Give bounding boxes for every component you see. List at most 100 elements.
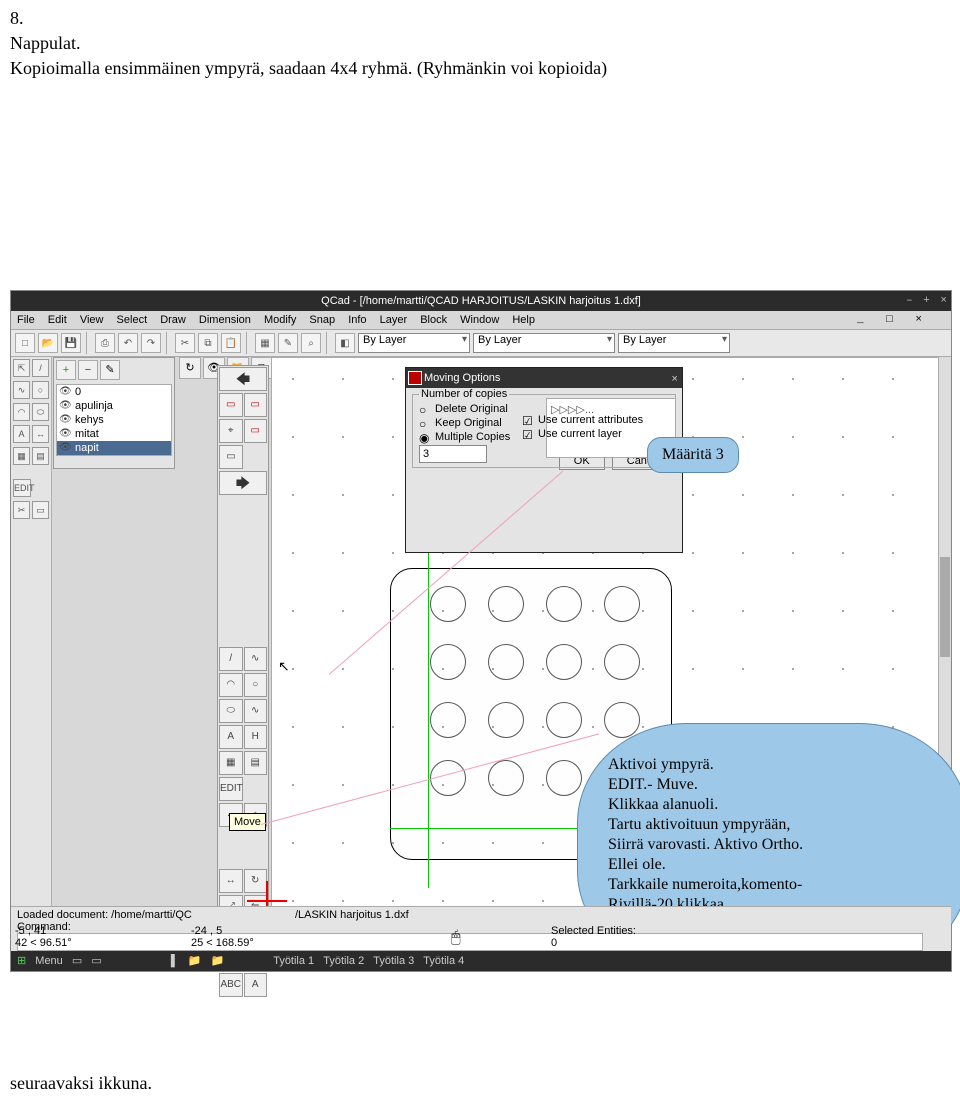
- menu-edit[interactable]: Edit: [48, 314, 67, 326]
- select-window-icon[interactable]: ▭: [244, 393, 268, 417]
- taskbar-app-icon[interactable]: ▭: [72, 951, 82, 971]
- print-icon[interactable]: ⎙: [95, 333, 115, 353]
- scrollbar-thumb[interactable]: [940, 557, 950, 657]
- tool-icon[interactable]: A: [13, 425, 30, 443]
- layer-item[interactable]: kehys: [57, 413, 171, 427]
- remove-layer-icon[interactable]: −: [78, 360, 98, 380]
- command-input[interactable]: [17, 933, 923, 951]
- paste-icon[interactable]: 📋: [221, 333, 241, 353]
- draft-icon[interactable]: ✎: [278, 333, 298, 353]
- tool-icon[interactable]: ○: [32, 381, 49, 399]
- tool-icon[interactable]: ▦: [13, 447, 30, 465]
- menu-help[interactable]: Help: [512, 314, 535, 326]
- hatch-icon[interactable]: ▦: [219, 751, 243, 775]
- txt-icon[interactable]: A: [244, 973, 268, 997]
- workspace-selector[interactable]: Työtila 4: [423, 951, 464, 971]
- mdi-min-icon[interactable]: _: [857, 314, 867, 326]
- layer-item[interactable]: mitat: [57, 427, 171, 441]
- tool-icon[interactable]: ⬭: [32, 403, 49, 421]
- workspace-selector[interactable]: Työtila 3: [373, 951, 414, 971]
- tool-icon[interactable]: ⇱: [13, 359, 30, 377]
- workspace-selector[interactable]: Työtila 2: [323, 951, 364, 971]
- mdi-max-icon[interactable]: □: [886, 314, 896, 326]
- open-icon[interactable]: 📂: [38, 333, 58, 353]
- start-menu-icon[interactable]: ⊞: [17, 951, 26, 971]
- close-icon[interactable]: ×: [940, 295, 947, 307]
- tool-icon[interactable]: ▤: [32, 447, 49, 465]
- taskbar-folder-icon[interactable]: 📁: [210, 951, 224, 971]
- menu-modify[interactable]: Modify: [264, 314, 296, 326]
- keypad-circle: [546, 702, 582, 738]
- menu-dimension[interactable]: Dimension: [199, 314, 251, 326]
- edit-label-icon[interactable]: EDIT: [13, 479, 31, 497]
- selected-entities-label: Selected Entities:: [551, 925, 636, 937]
- back-arrow-icon[interactable]: 🡄: [219, 367, 267, 391]
- taskbar-app-icon[interactable]: ▭: [91, 951, 101, 971]
- menu-file[interactable]: File: [17, 314, 35, 326]
- new-icon[interactable]: □: [15, 333, 35, 353]
- copies-input[interactable]: 3: [419, 445, 487, 463]
- menu-snap[interactable]: Snap: [309, 314, 335, 326]
- linetype-combo[interactable]: By Layer: [473, 333, 615, 353]
- layer-color-icon[interactable]: ◧: [335, 333, 355, 353]
- menu-button[interactable]: Menu: [35, 951, 63, 971]
- taskbar-folder-icon[interactable]: 📁: [188, 951, 202, 971]
- layer-color-combo[interactable]: By Layer: [358, 333, 470, 353]
- refresh-icon[interactable]: ↻: [179, 357, 201, 379]
- tool-icon[interactable]: /: [32, 359, 49, 377]
- intro-number: 8.: [10, 8, 950, 29]
- select-cross-icon[interactable]: ▭: [244, 419, 268, 443]
- menu-draw[interactable]: Draw: [160, 314, 186, 326]
- spline-icon[interactable]: ∿: [244, 699, 268, 723]
- redo-icon[interactable]: ↷: [141, 333, 161, 353]
- select-contour-icon[interactable]: ▭: [219, 445, 243, 469]
- tool-icon[interactable]: ◠: [13, 403, 30, 421]
- callout-line: Tartu aktivoituun ympyrään,: [608, 816, 938, 834]
- ellipse-icon[interactable]: ⬭: [219, 699, 243, 723]
- keypad-circle: [430, 644, 466, 680]
- menu-layer[interactable]: Layer: [380, 314, 408, 326]
- cut-icon[interactable]: ✂: [175, 333, 195, 353]
- menu-window[interactable]: Window: [460, 314, 499, 326]
- dialog-close-icon[interactable]: ×: [671, 370, 678, 390]
- tool-icon[interactable]: ∿: [13, 381, 30, 399]
- minimize-icon[interactable]: –: [906, 295, 913, 307]
- mdi-close-icon[interactable]: ×: [915, 314, 925, 326]
- add-layer-icon[interactable]: +: [56, 360, 76, 380]
- menu-select[interactable]: Select: [117, 314, 148, 326]
- select-point-icon[interactable]: ⌖: [219, 419, 243, 443]
- tool-icon[interactable]: ↔: [32, 425, 49, 443]
- tool-icon[interactable]: ▭: [32, 501, 49, 519]
- tool-icon[interactable]: ✂: [13, 501, 30, 519]
- select-icon[interactable]: ▭: [219, 393, 243, 417]
- lineweight-combo[interactable]: By Layer: [618, 333, 730, 353]
- edit-icon[interactable]: EDIT: [219, 777, 243, 801]
- text-a-icon[interactable]: A: [219, 725, 243, 749]
- layer-item-selected[interactable]: napit: [57, 441, 171, 455]
- checkbox-use-attributes[interactable]: Use current attributes: [522, 414, 676, 426]
- menu-block[interactable]: Block: [420, 314, 447, 326]
- move-icon[interactable]: ↔: [219, 869, 243, 893]
- layer-item[interactable]: 0: [57, 385, 171, 399]
- copy-icon[interactable]: ⧉: [198, 333, 218, 353]
- arc-icon[interactable]: ◠: [219, 673, 243, 697]
- zoom-icon[interactable]: ⌕: [301, 333, 321, 353]
- circle-icon[interactable]: ○: [244, 673, 268, 697]
- layer-list[interactable]: 0 apulinja kehys mitat napit: [56, 384, 172, 456]
- save-icon[interactable]: 💾: [61, 333, 81, 353]
- grid-icon[interactable]: ▦: [255, 333, 275, 353]
- workspace-selector[interactable]: Työtila 1: [273, 951, 314, 971]
- maximize-icon[interactable]: +: [923, 295, 930, 307]
- undo-icon[interactable]: ↶: [118, 333, 138, 353]
- forward-arrow-icon[interactable]: 🡆: [219, 471, 267, 495]
- menu-view[interactable]: View: [80, 314, 104, 326]
- line-icon[interactable]: /: [219, 647, 243, 671]
- dim-h-icon[interactable]: H: [244, 725, 268, 749]
- menu-info[interactable]: Info: [348, 314, 366, 326]
- edit-layer-icon[interactable]: ✎: [100, 360, 120, 380]
- image-icon[interactable]: ▤: [244, 751, 268, 775]
- abc-icon[interactable]: ABC: [219, 973, 243, 997]
- layer-item[interactable]: apulinja: [57, 399, 171, 413]
- polyline-icon[interactable]: ∿: [244, 647, 268, 671]
- taskbar-app-icon[interactable]: ▌: [171, 951, 179, 971]
